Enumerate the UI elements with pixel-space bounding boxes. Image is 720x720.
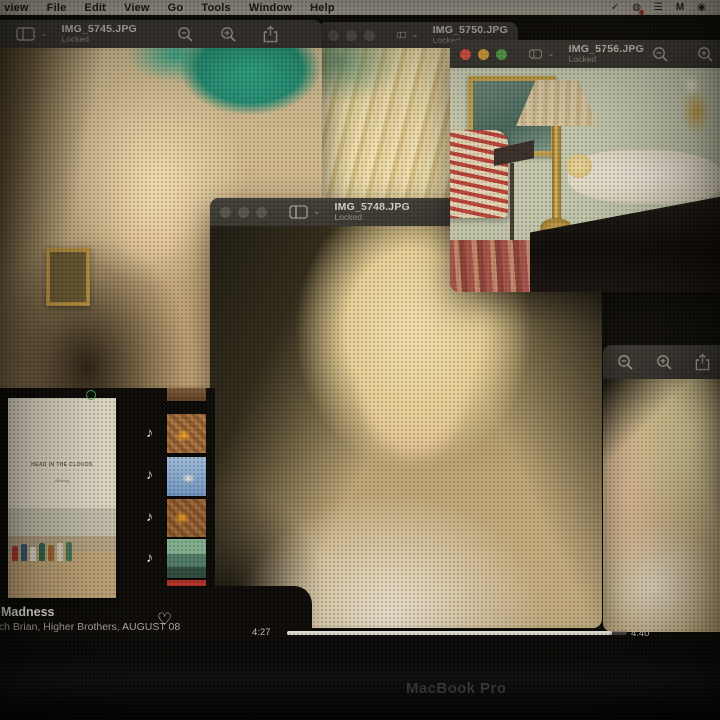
chevron-down-icon: ⌄ — [313, 206, 321, 217]
traffic-lights — [220, 207, 267, 218]
close-icon[interactable] — [220, 207, 231, 218]
traffic-lights — [460, 49, 507, 60]
photo-right-portrait — [603, 379, 720, 632]
progress-fill — [287, 631, 612, 635]
queue-thumbnail[interactable] — [167, 457, 206, 496]
screen-photo: view File Edit View Go Tools Window Help… — [0, 0, 720, 720]
minimize-icon[interactable] — [346, 30, 357, 41]
chevron-down-icon: ⌄ — [411, 29, 419, 40]
laptop-bezel: MacBook Pro — [0, 662, 720, 720]
framed-picture-decor — [46, 248, 90, 306]
menu-item-help[interactable]: Help — [301, 2, 344, 14]
zoom-out-icon[interactable] — [177, 26, 194, 43]
menu-item-window[interactable]: Window — [240, 2, 301, 14]
album-figures-decor — [12, 542, 83, 561]
queue-thumbnail[interactable] — [167, 388, 206, 401]
album-art[interactable]: HEAD IN THE CLOUDS 88rising — [8, 398, 116, 598]
traffic-lights — [328, 30, 375, 41]
player-bottom-bar — [0, 638, 720, 662]
heart-icon[interactable]: ♡ — [157, 610, 172, 630]
zoom-in-icon[interactable] — [656, 354, 673, 371]
zoom-out-icon[interactable] — [652, 46, 669, 63]
person-lying-decor — [568, 150, 720, 204]
sofa-decor — [450, 130, 508, 218]
menu-item-file[interactable]: File — [38, 2, 76, 14]
album-cover-subtitle: 88rising — [8, 478, 116, 483]
preview-window-right — [603, 345, 720, 632]
queue-thumbnail[interactable] — [167, 414, 206, 453]
zoom-out-icon[interactable] — [617, 354, 634, 371]
device-label: MacBook Pro — [406, 680, 506, 697]
chevron-down-icon: ⌄ — [547, 48, 555, 59]
notification-icon[interactable]: ◍ — [632, 3, 641, 13]
chevron-down-icon: ⌄ — [40, 28, 48, 39]
track-title: Madness — [1, 605, 55, 619]
music-note-icon: ♪ — [146, 466, 153, 482]
menu-bar: view File Edit View Go Tools Window Help… — [0, 0, 720, 15]
share-icon[interactable] — [263, 25, 278, 43]
menu-item-app[interactable]: view — [4, 2, 38, 14]
music-stand-pole — [510, 163, 514, 243]
zoom-window-icon[interactable] — [364, 30, 375, 41]
close-icon[interactable] — [460, 49, 471, 60]
connect-device-icon[interactable] — [86, 390, 96, 400]
sidebar-icon[interactable] — [529, 47, 542, 61]
progress-bar[interactable] — [287, 631, 627, 635]
elapsed-time: 4:27 — [252, 627, 271, 638]
list-icon[interactable]: ☰ — [654, 3, 663, 13]
queue-thumbnail[interactable] — [167, 580, 206, 586]
window-status: Locked — [569, 55, 644, 64]
zoom-in-icon[interactable] — [697, 46, 714, 63]
music-note-icon: ♪ — [146, 508, 153, 524]
preview-window-img5756: ⌄ IMG_5756.JPG Locked — [450, 40, 720, 292]
menu-item-go[interactable]: Go — [159, 2, 193, 14]
sidebar-icon[interactable] — [16, 27, 35, 41]
track-artists: Rich Brian, Higher Brothers, AUGUST 08 — [0, 621, 180, 633]
zoom-in-icon[interactable] — [220, 26, 237, 43]
window-status: Locked — [335, 213, 410, 222]
close-icon[interactable] — [328, 30, 339, 41]
share-icon[interactable] — [695, 353, 710, 371]
sconce-decor — [674, 72, 718, 138]
album-cover-title: HEAD IN THE CLOUDS — [8, 462, 116, 468]
queue-thumbnail[interactable] — [167, 499, 206, 537]
queue-thumbnail[interactable] — [167, 539, 206, 578]
zoom-window-icon[interactable] — [256, 207, 267, 218]
sidebar-icon[interactable] — [289, 205, 308, 219]
window-titlebar[interactable]: ⌄ IMG_5745.JPG Locked — [0, 20, 322, 48]
music-note-icon: ♪ — [146, 424, 153, 440]
music-note-icon: ♪ — [146, 549, 153, 565]
minimize-icon[interactable] — [238, 207, 249, 218]
menu-status-icons: ✓ ◍ ☰ M ◉ — [611, 3, 720, 13]
minimize-icon[interactable] — [478, 49, 489, 60]
menu-item-tools[interactable]: Tools — [192, 2, 240, 14]
duration-time: 4:40 — [631, 628, 650, 639]
menu-item-edit[interactable]: Edit — [75, 2, 115, 14]
menu-items: view File Edit View Go Tools Window Help — [0, 2, 344, 14]
window-status: Locked — [62, 35, 137, 44]
m-app-icon[interactable]: M — [676, 3, 684, 13]
menu-item-view[interactable]: View — [115, 2, 159, 14]
sidebar-icon[interactable] — [397, 28, 406, 42]
check-icon[interactable]: ✓ — [611, 3, 619, 13]
record-icon[interactable]: ◉ — [697, 3, 706, 13]
window-titlebar[interactable] — [603, 345, 720, 379]
zoom-window-icon[interactable] — [496, 49, 507, 60]
person-head-decor — [566, 154, 592, 178]
photo-img5756 — [450, 68, 720, 292]
window-titlebar[interactable]: ⌄ IMG_5756.JPG Locked — [450, 40, 720, 68]
